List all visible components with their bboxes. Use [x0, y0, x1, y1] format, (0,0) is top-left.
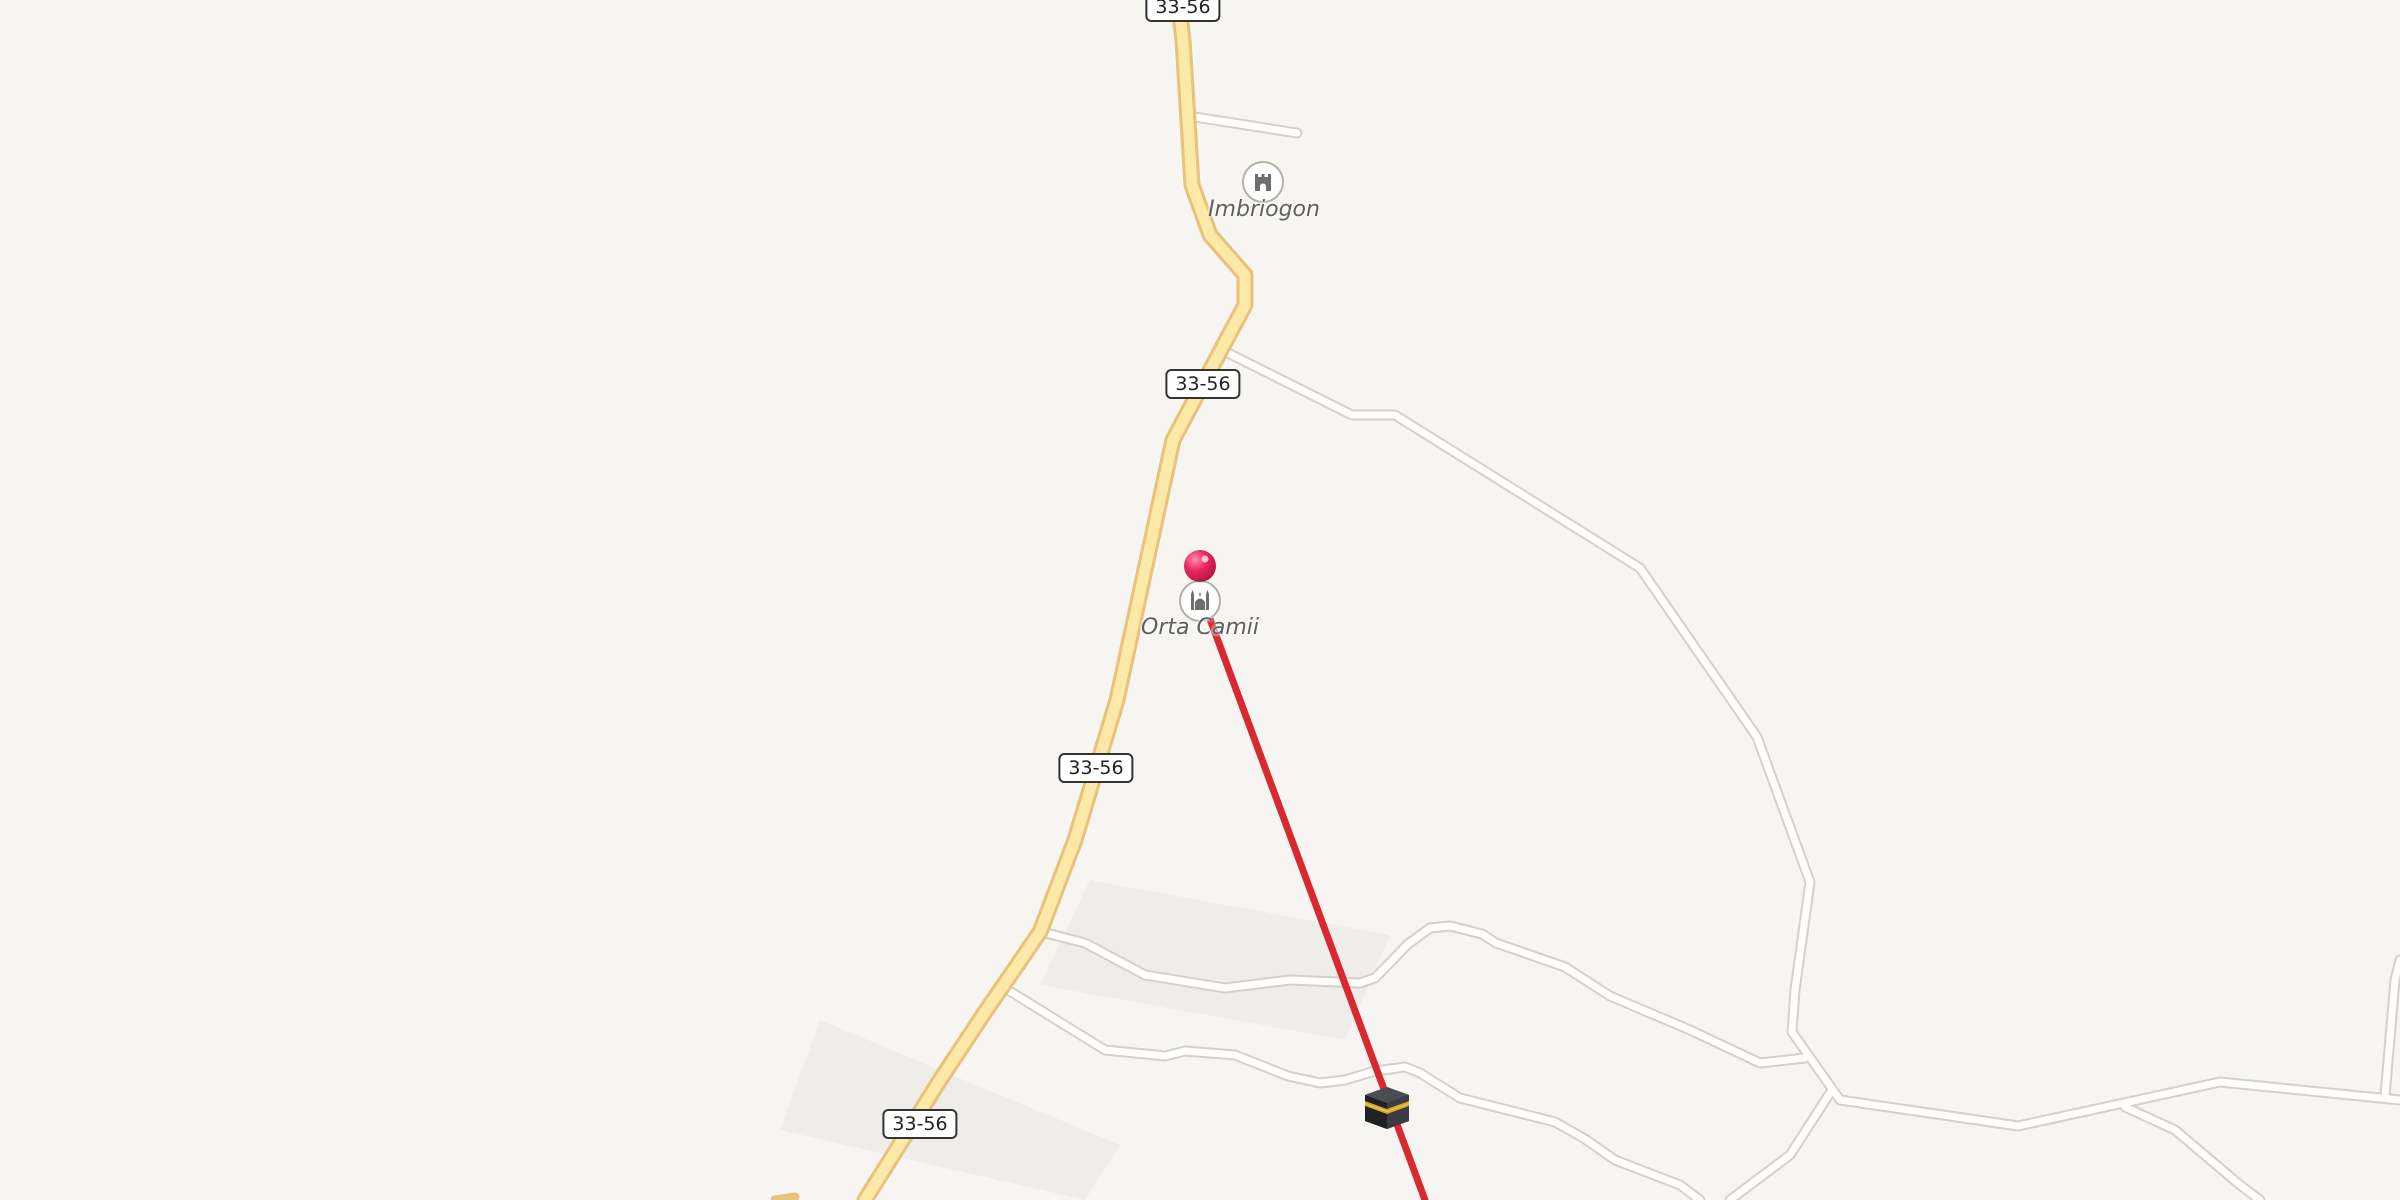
road-shield-33-56: 33-56 — [882, 1109, 958, 1139]
kaaba-icon[interactable] — [1361, 1081, 1413, 1133]
poi-label-imbriogon[interactable]: Imbriogon — [1208, 197, 1320, 222]
map-view[interactable]: 33-56 33-56 33-56 33-56 Imbriogon Orta C… — [0, 0, 2400, 1200]
road-shield-33-56: 33-56 — [1165, 369, 1241, 399]
minor-roads — [1002, 111, 2400, 1200]
location-pin-icon[interactable] — [1183, 549, 1217, 583]
primary-road — [770, 0, 1254, 1200]
poi-label-orta-camii[interactable]: Orta Camii — [1141, 615, 1259, 640]
road-shield-33-56: 33-56 — [1145, 0, 1221, 22]
road-shield-33-56: 33-56 — [1058, 753, 1134, 783]
